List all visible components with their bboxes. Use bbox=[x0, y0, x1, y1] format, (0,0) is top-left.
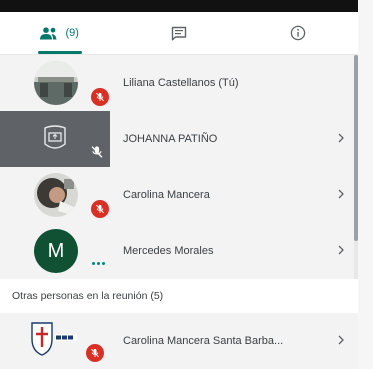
top-bar bbox=[0, 0, 358, 12]
tab-chat[interactable] bbox=[119, 12, 238, 54]
avatar bbox=[26, 317, 80, 361]
chat-icon bbox=[171, 26, 187, 40]
chevron-right-icon bbox=[338, 133, 344, 143]
tab-bar: (9) bbox=[0, 12, 358, 54]
avatar-initial: M bbox=[47, 239, 65, 262]
participant-name: Carolina Mancera bbox=[123, 189, 210, 201]
people-icon bbox=[40, 26, 57, 39]
chevron-right-icon bbox=[338, 189, 344, 199]
participant-name: Carolina Mancera Santa Barba... bbox=[123, 335, 284, 347]
more-dots-icon bbox=[92, 262, 105, 265]
tab-info[interactable] bbox=[239, 12, 358, 54]
participant-name: Mercedes Morales bbox=[123, 245, 214, 257]
participant-row[interactable]: Carolina Mancera Santa Barba... bbox=[0, 313, 358, 369]
chevron-right-icon bbox=[338, 245, 344, 255]
chevron-right-icon bbox=[338, 335, 344, 345]
mic-off-icon bbox=[86, 344, 104, 362]
avatar: M bbox=[34, 229, 78, 273]
participant-list: Liliana Castellanos (Tú) JOHANNA PATIÑO bbox=[0, 55, 358, 279]
school-logo-icon bbox=[31, 322, 77, 356]
mic-off-icon bbox=[91, 200, 109, 218]
mic-off-icon bbox=[88, 143, 106, 161]
avatar bbox=[34, 173, 78, 217]
participant-row[interactable]: M Mercedes Morales bbox=[0, 223, 354, 279]
participant-row[interactable]: Liliana Castellanos (Tú) bbox=[0, 55, 354, 111]
participant-row[interactable]: Carolina Mancera bbox=[0, 167, 354, 223]
participant-name: JOHANNA PATIÑO bbox=[123, 133, 218, 145]
section-heading: Otras personas en la reunión (5) bbox=[12, 290, 164, 302]
participant-name: Liliana Castellanos (Tú) bbox=[123, 77, 239, 89]
info-icon bbox=[291, 25, 306, 41]
side-gutter bbox=[358, 0, 373, 369]
scrollbar-thumb[interactable] bbox=[354, 55, 358, 241]
presentation-icon bbox=[44, 125, 66, 149]
participant-count: (9) bbox=[65, 27, 79, 39]
avatar bbox=[34, 61, 78, 105]
participant-row[interactable]: JOHANNA PATIÑO bbox=[0, 111, 354, 167]
mic-off-icon bbox=[91, 88, 109, 106]
tab-people[interactable]: (9) bbox=[0, 12, 119, 54]
